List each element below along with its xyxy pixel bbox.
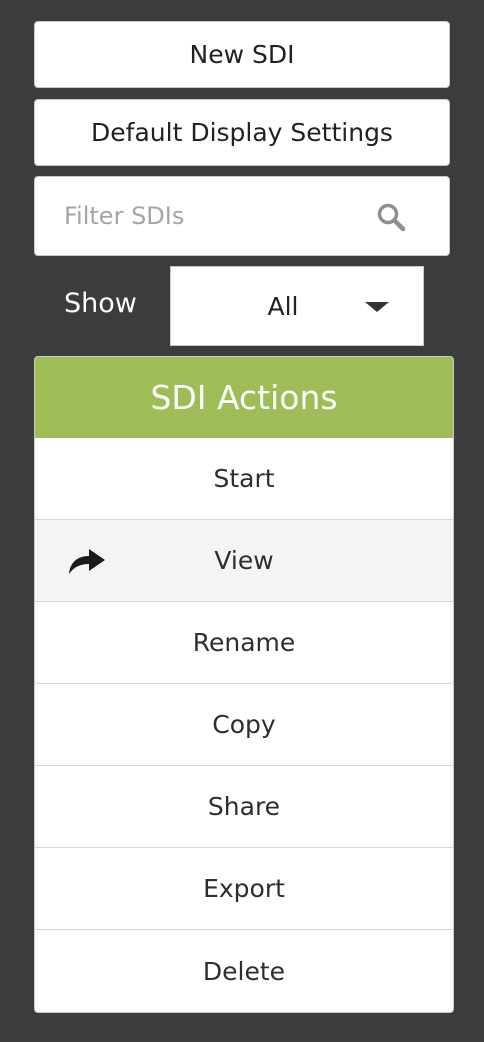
action-view-label: View (214, 546, 274, 575)
default-display-settings-button[interactable]: Default Display Settings (34, 99, 450, 166)
share-arrow-icon (69, 549, 105, 574)
action-export[interactable]: Export (35, 848, 453, 930)
show-select-value: All (267, 291, 299, 321)
action-share[interactable]: Share (35, 766, 453, 848)
action-copy[interactable]: Copy (35, 684, 453, 766)
sdi-actions-panel: SDI Actions Start View Rename Copy Share… (34, 356, 454, 1013)
action-rename[interactable]: Rename (35, 602, 453, 684)
sdi-actions-title: SDI Actions (35, 357, 453, 438)
filter-box (34, 176, 450, 256)
show-label: Show (64, 288, 137, 319)
new-sdi-button[interactable]: New SDI (34, 21, 450, 88)
chevron-down-icon (365, 302, 389, 312)
action-view[interactable]: View (35, 520, 453, 602)
search-icon[interactable] (376, 202, 406, 232)
action-delete[interactable]: Delete (35, 930, 453, 1012)
action-start[interactable]: Start (35, 438, 453, 520)
filter-sdis-input[interactable] (62, 201, 366, 231)
show-select[interactable]: All (170, 266, 424, 346)
